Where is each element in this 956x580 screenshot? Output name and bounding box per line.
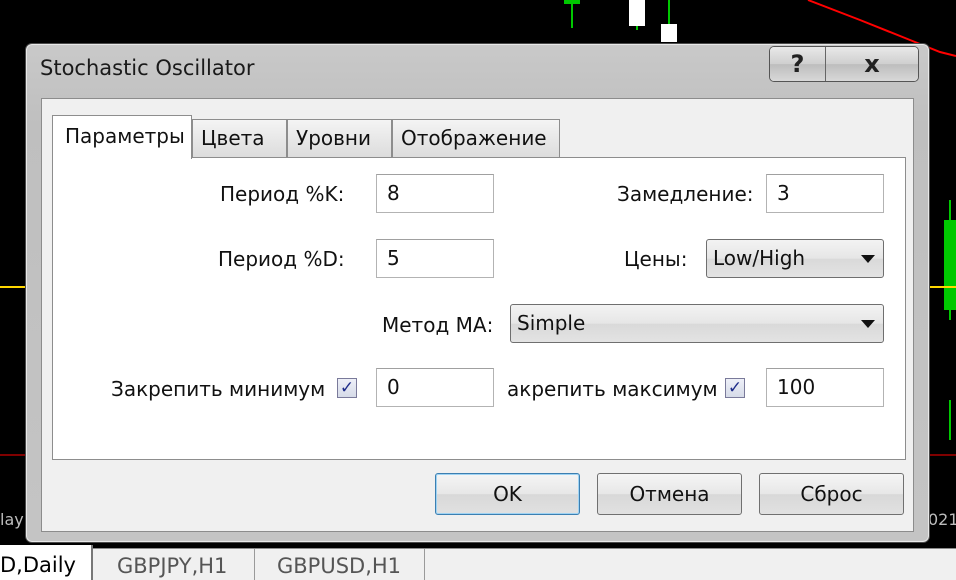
tab-levels[interactable]: Уровни [287,119,392,157]
d-period-label: Период %D: [218,247,345,271]
candle-body [944,220,956,310]
ma-method-select[interactable]: Simple [510,304,884,343]
fix-maximum-input[interactable]: 100 [766,368,884,407]
candle-body [661,24,677,42]
fix-minimum-checkbox[interactable]: ✓ [337,378,357,398]
dialog-title: Stochastic Oscillator [40,56,255,80]
cancel-button[interactable]: Отмена [597,473,742,515]
parameters-panel: Период %K: 8 Замедление: 3 Период %D: 5 … [52,157,906,460]
tab-display[interactable]: Отображение [392,119,560,157]
tab-parameters[interactable]: Параметры [52,115,192,159]
candle-body [564,0,580,4]
d-period-input[interactable]: 5 [376,239,494,278]
fix-minimum-input[interactable]: 0 [376,368,494,407]
close-button[interactable]: x [826,47,918,81]
price-field-value: Low/High [713,246,806,270]
slowing-label: Замедление: [617,182,754,206]
fix-maximum-checkbox[interactable]: ✓ [725,378,745,398]
fix-minimum-label: Закрепить минимум [111,377,326,401]
checkmark-icon: ✓ [727,377,743,398]
caption-buttons: ? x [769,46,919,82]
fix-maximum-label: акрепить максимум [507,377,718,401]
help-icon: ? [790,50,805,78]
chevron-down-icon [861,255,875,263]
stochastic-dialog: Stochastic Oscillator ? x Параметры Цвет… [25,43,930,543]
chart-tab-gbpjpy[interactable]: GBPJPY,H1 [95,549,255,580]
k-period-label: Период %K: [220,182,345,206]
ok-button[interactable]: OK [435,473,580,515]
price-field-select[interactable]: Low/High [706,239,884,278]
ma-method-value: Simple [517,311,586,335]
candle-body [629,0,645,26]
close-icon: x [864,50,880,78]
chart-tab-active[interactable]: D,Daily [0,545,93,580]
dialog-client-area: Параметры Цвета Уровни Отображение Перио… [41,98,914,532]
chart-tab-bar: D,Daily GBPJPY,H1 GBPUSD,H1 [0,545,956,580]
chevron-down-icon [861,320,875,328]
checkmark-icon: ✓ [339,377,355,398]
slowing-input[interactable]: 3 [766,174,884,213]
chart-edge-label-right: 021 [928,510,956,529]
chart-tab-gbpusd[interactable]: GBPUSD,H1 [255,549,425,580]
reset-button[interactable]: Сброс [759,473,904,515]
tab-colors[interactable]: Цвета [192,119,287,157]
help-button[interactable]: ? [770,47,826,81]
chart-edge-label-left: lay [0,510,24,529]
price-field-label: Цены: [624,247,688,271]
ma-method-label: Метод МА: [382,313,494,337]
k-period-input[interactable]: 8 [376,174,494,213]
